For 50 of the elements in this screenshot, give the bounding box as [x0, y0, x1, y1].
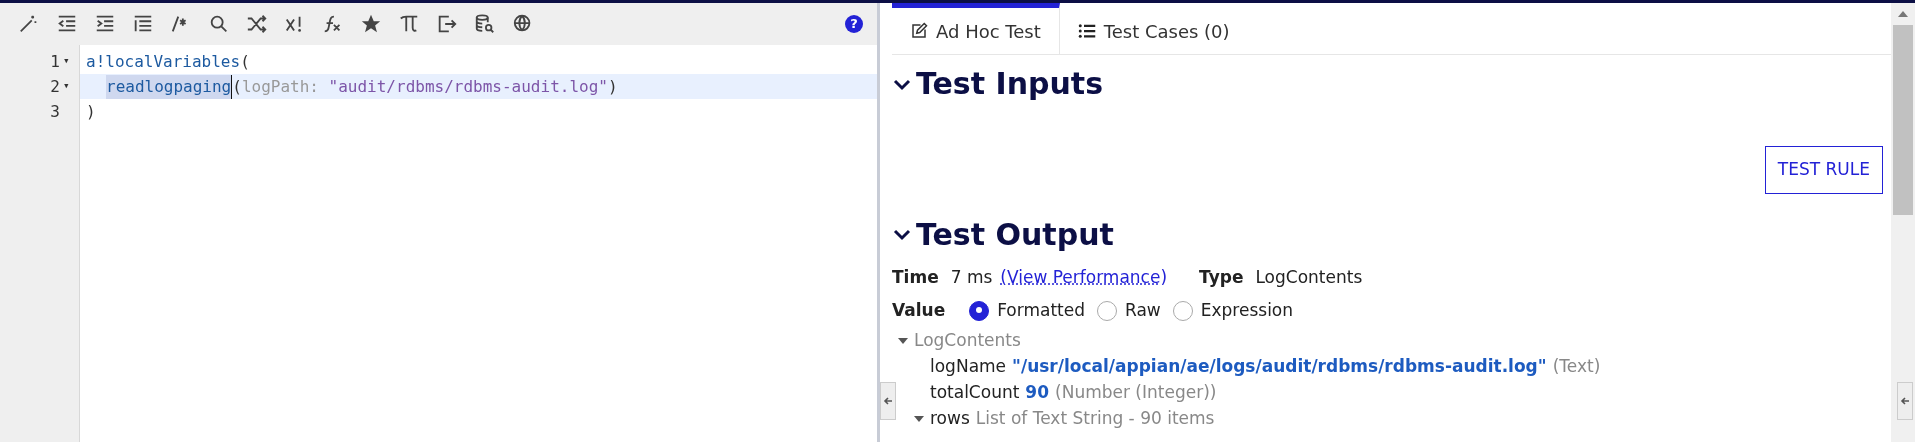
section-heading: Test Output: [916, 215, 1114, 254]
database-search-icon[interactable]: [474, 13, 496, 35]
expand-toggle-icon[interactable]: [914, 413, 924, 424]
code-line: a!localVariables(: [85, 50, 251, 73]
arrow-left-icon: [1900, 396, 1910, 406]
test-rule-button[interactable]: TEST RULE: [1764, 146, 1883, 194]
property-value: "/usr/local/appian/ae/logs/audit/rdbms/rdbms-audit.log": [1012, 354, 1547, 378]
scrollbar[interactable]: [1891, 3, 1915, 442]
line-number: 2: [50, 75, 60, 98]
radio-label: Raw: [1125, 299, 1161, 322]
fold-toggle[interactable]: ▾: [63, 78, 73, 95]
radio-button[interactable]: [969, 300, 990, 321]
tab[interactable]: Ad Hoc Test: [892, 3, 1060, 54]
shuffle-icon[interactable]: [246, 13, 268, 35]
radio-button[interactable]: [1097, 300, 1117, 321]
radio-label: Expression: [1200, 299, 1294, 322]
collapse-left-button[interactable]: [880, 382, 896, 420]
tab[interactable]: Test Cases (0): [1059, 3, 1248, 54]
property-type: (Number (Integer)): [1055, 380, 1217, 404]
property-name: totalCount: [930, 380, 1020, 404]
export-icon[interactable]: [436, 13, 458, 35]
radio-button[interactable]: [1172, 300, 1193, 321]
field-label: Type: [1199, 265, 1244, 289]
property-value: 90: [1025, 380, 1050, 404]
list-icon: [1077, 22, 1096, 40]
property-type: List of Text String - 90 items: [975, 406, 1215, 430]
property-name: logName: [930, 354, 1007, 378]
star-icon[interactable]: [360, 13, 382, 35]
radio-label: Formatted: [997, 299, 1085, 322]
fold-toggle[interactable]: ▾: [63, 53, 73, 70]
field-label: Value: [892, 299, 946, 322]
line-number: 1: [50, 50, 60, 73]
tree-label: LogContents: [914, 328, 1021, 352]
search-icon[interactable]: [208, 13, 230, 35]
section-heading: Test Inputs: [916, 65, 1104, 103]
property-name: rows: [930, 406, 970, 430]
edit-icon: [910, 22, 928, 40]
field-label: Time: [892, 265, 939, 289]
scroll-up-icon[interactable]: [1898, 10, 1908, 18]
collapse-right-button[interactable]: [1897, 382, 1913, 420]
expand-toggle-icon[interactable]: [898, 335, 908, 346]
performance-link[interactable]: (View Performance): [1000, 264, 1168, 290]
field-value: 7 ms: [950, 265, 993, 289]
code-line: ): [85, 100, 97, 123]
field-value: LogContents: [1255, 265, 1363, 289]
property-type: (Text): [1552, 354, 1601, 378]
help-icon[interactable]: ?: [845, 15, 863, 33]
arrow-left-icon: [883, 396, 893, 406]
pi-icon[interactable]: [398, 13, 420, 35]
line-number: 3: [50, 100, 60, 123]
